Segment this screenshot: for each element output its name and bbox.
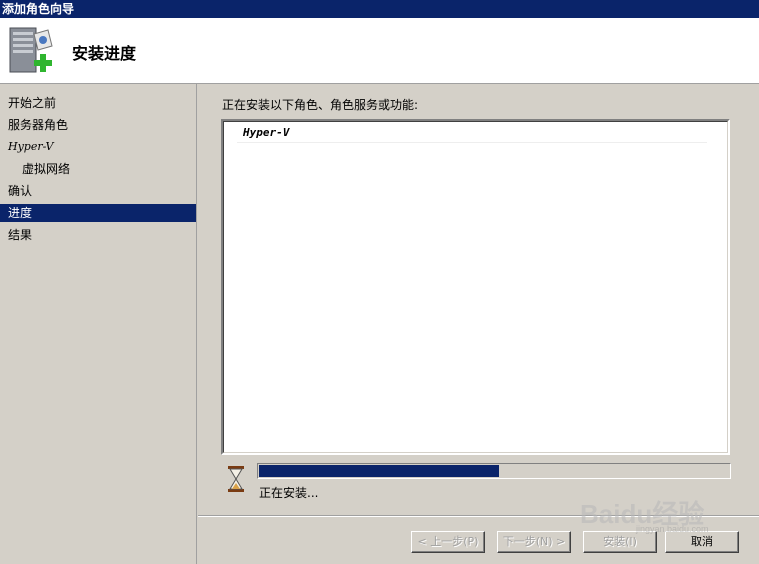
- listbox-frame: [223, 121, 728, 453]
- list-divider: [237, 142, 707, 143]
- sidebar-item-confirmation[interactable]: 确认: [0, 182, 196, 200]
- install-button[interactable]: 安装(I): [583, 531, 657, 553]
- sidebar-item-progress[interactable]: 进度: [0, 204, 196, 222]
- wizard-header: 安装进度: [0, 18, 759, 84]
- watermark-text: Baidu经验: [580, 499, 705, 529]
- install-listbox[interactable]: Hyper-V: [221, 119, 730, 455]
- hourglass-icon: [228, 466, 244, 492]
- sidebar-item-hyper-v[interactable]: Hyper-V: [0, 138, 196, 156]
- progress-fill: [259, 465, 499, 477]
- sidebar-item-virtual-network[interactable]: 虚拟网络: [0, 160, 196, 178]
- sidebar-item-results[interactable]: 结果: [0, 226, 196, 244]
- next-button[interactable]: 下一步(N) >: [497, 531, 571, 553]
- install-status: 正在安装...: [259, 486, 319, 500]
- install-progress-bar: [257, 463, 731, 479]
- sidebar-item-server-roles[interactable]: 服务器角色: [0, 116, 196, 134]
- window-title: 添加角色向导: [0, 0, 759, 18]
- page-title: 安装进度: [72, 44, 137, 63]
- sidebar-item-before-you-begin[interactable]: 开始之前: [0, 94, 196, 112]
- install-list-label: 正在安装以下角色、角色服务或功能:: [222, 98, 419, 112]
- list-item-hyper-v: Hyper-V: [243, 126, 290, 139]
- sidebar-divider: [196, 84, 197, 564]
- cancel-button[interactable]: 取消: [665, 531, 739, 553]
- wizard-sidebar: 开始之前 服务器角色 Hyper-V 虚拟网络 确认 进度 结果: [0, 84, 197, 564]
- button-separator: [198, 515, 759, 517]
- previous-button[interactable]: < 上一步(P): [411, 531, 485, 553]
- server-add-icon: [9, 27, 53, 73]
